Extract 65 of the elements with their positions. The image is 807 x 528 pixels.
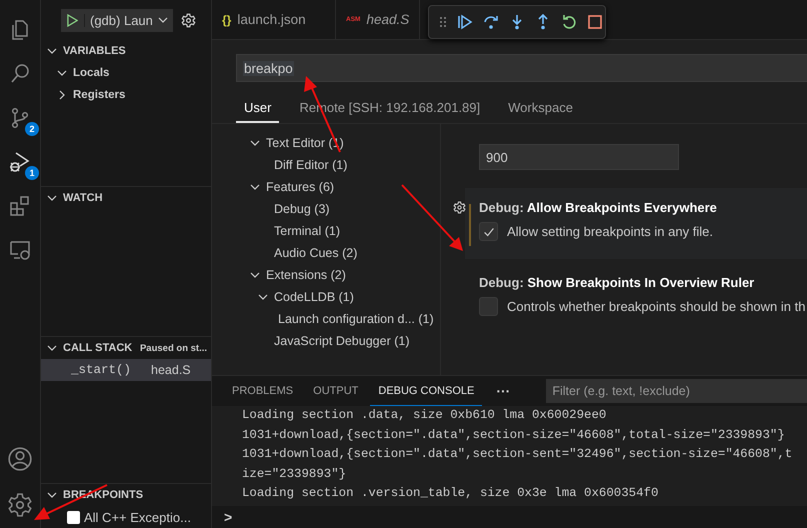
file-name: head.S bbox=[151, 363, 191, 377]
variable-scope-item[interactable]: Registers bbox=[41, 84, 211, 106]
more-actions-button[interactable]: ··· bbox=[486, 376, 520, 406]
settings-search-field[interactable]: breakpo bbox=[236, 54, 807, 82]
restart-icon[interactable] bbox=[561, 14, 577, 30]
launch-config-name: (gdb) Laun bbox=[90, 12, 153, 28]
settings-scope-tab[interactable]: User bbox=[236, 94, 280, 123]
console-line: Loading section .version_table, size 0x3e lma 0x600354f0 bbox=[242, 485, 660, 502]
settings-icon[interactable] bbox=[453, 201, 466, 214]
console-line: 1031+download,{section=".data",section-size="46608",total-size="2339893"} bbox=[242, 426, 786, 444]
run-debug-icon[interactable] bbox=[8, 150, 32, 174]
account-icon[interactable] bbox=[7, 446, 33, 472]
setting-title: Debug: Allow Breakpoints Everywhere bbox=[479, 200, 718, 215]
setting-title: Debug: Show Breakpoints In Overview Ruler bbox=[479, 275, 756, 290]
settings-icon[interactable] bbox=[181, 12, 196, 28]
console-line: Loading section .data, size 0xb610 lma 0x60029ee0 bbox=[242, 407, 608, 424]
continue-icon[interactable] bbox=[457, 14, 473, 30]
section-title: WATCH bbox=[63, 192, 103, 204]
chevron-down-icon bbox=[47, 195, 57, 201]
chevron-down-icon bbox=[47, 48, 57, 54]
checkbox[interactable] bbox=[67, 510, 80, 524]
section-title: VARIABLES bbox=[63, 45, 126, 57]
breakpoint-label: All C++ Exceptio... bbox=[84, 510, 191, 524]
count-badge: 2 bbox=[25, 122, 39, 136]
section-title: CALL STACK bbox=[63, 342, 132, 354]
checkbox[interactable] bbox=[479, 222, 498, 241]
chevron-down-icon bbox=[158, 17, 168, 23]
console-line: 1031+download,{section=".data",section-sent="32496",section-size="46608",t bbox=[242, 446, 794, 463]
section-header[interactable]: WATCH bbox=[41, 187, 211, 209]
panel-tab[interactable]: PROBLEMS bbox=[224, 376, 302, 406]
variable-scope-item[interactable]: Locals bbox=[41, 62, 211, 84]
section-header[interactable]: VARIABLES bbox=[41, 40, 211, 62]
panel-tab[interactable]: OUTPUT bbox=[305, 376, 366, 406]
toc-item[interactable]: Diff Editor (1) bbox=[212, 154, 440, 176]
function-name: _start() bbox=[71, 363, 132, 377]
setting-description: Allow setting breakpoints in any file. bbox=[507, 224, 713, 239]
checkbox[interactable] bbox=[479, 297, 498, 316]
launch-config-dropdown[interactable]: (gdb) Laun bbox=[61, 8, 173, 32]
chevron-down-icon bbox=[47, 345, 57, 351]
extensions-icon[interactable] bbox=[8, 194, 32, 218]
settings-icon[interactable] bbox=[7, 492, 33, 518]
toc-item[interactable]: Audio Cues (2) bbox=[212, 242, 440, 264]
toc-item[interactable]: Terminal (1) bbox=[212, 220, 440, 242]
annotation-arrow bbox=[401, 184, 463, 251]
settings-scope-tab[interactable]: Workspace bbox=[500, 94, 581, 123]
step-over-icon[interactable] bbox=[483, 14, 499, 30]
setting-description: Controls whether breakpoints should be shown in th bbox=[507, 299, 806, 314]
number-input-field[interactable]: 900 bbox=[479, 144, 679, 170]
toc-item[interactable]: Extensions (2) bbox=[212, 264, 440, 286]
toc-item[interactable]: Launch configuration d... (1) bbox=[212, 308, 440, 330]
console-prompt: > bbox=[224, 509, 232, 525]
drag-handle-icon[interactable] bbox=[439, 16, 447, 28]
toc-item[interactable]: Features (6) bbox=[212, 176, 440, 198]
count-badge: 1 bbox=[25, 166, 39, 180]
stack-frame-row[interactable]: _start() head.S bbox=[41, 359, 211, 381]
console-line: ize="2339893"} bbox=[242, 466, 348, 482]
section-header[interactable]: CALL STACK Paused on st... bbox=[41, 337, 211, 359]
filter-field[interactable]: Filter (e.g. text, !exclude) bbox=[546, 379, 807, 403]
paused-status: Paused on st... bbox=[140, 342, 207, 354]
toc-item[interactable]: CodeLLDB (1) bbox=[212, 286, 440, 308]
chevron-down-icon bbox=[47, 492, 57, 498]
toc-item[interactable]: JavaScript Debugger (1) bbox=[212, 330, 440, 352]
editor-tab[interactable]: {} launch.json bbox=[212, 0, 336, 39]
stop-icon[interactable] bbox=[587, 14, 603, 30]
toc-item[interactable]: Debug (3) bbox=[212, 198, 440, 220]
